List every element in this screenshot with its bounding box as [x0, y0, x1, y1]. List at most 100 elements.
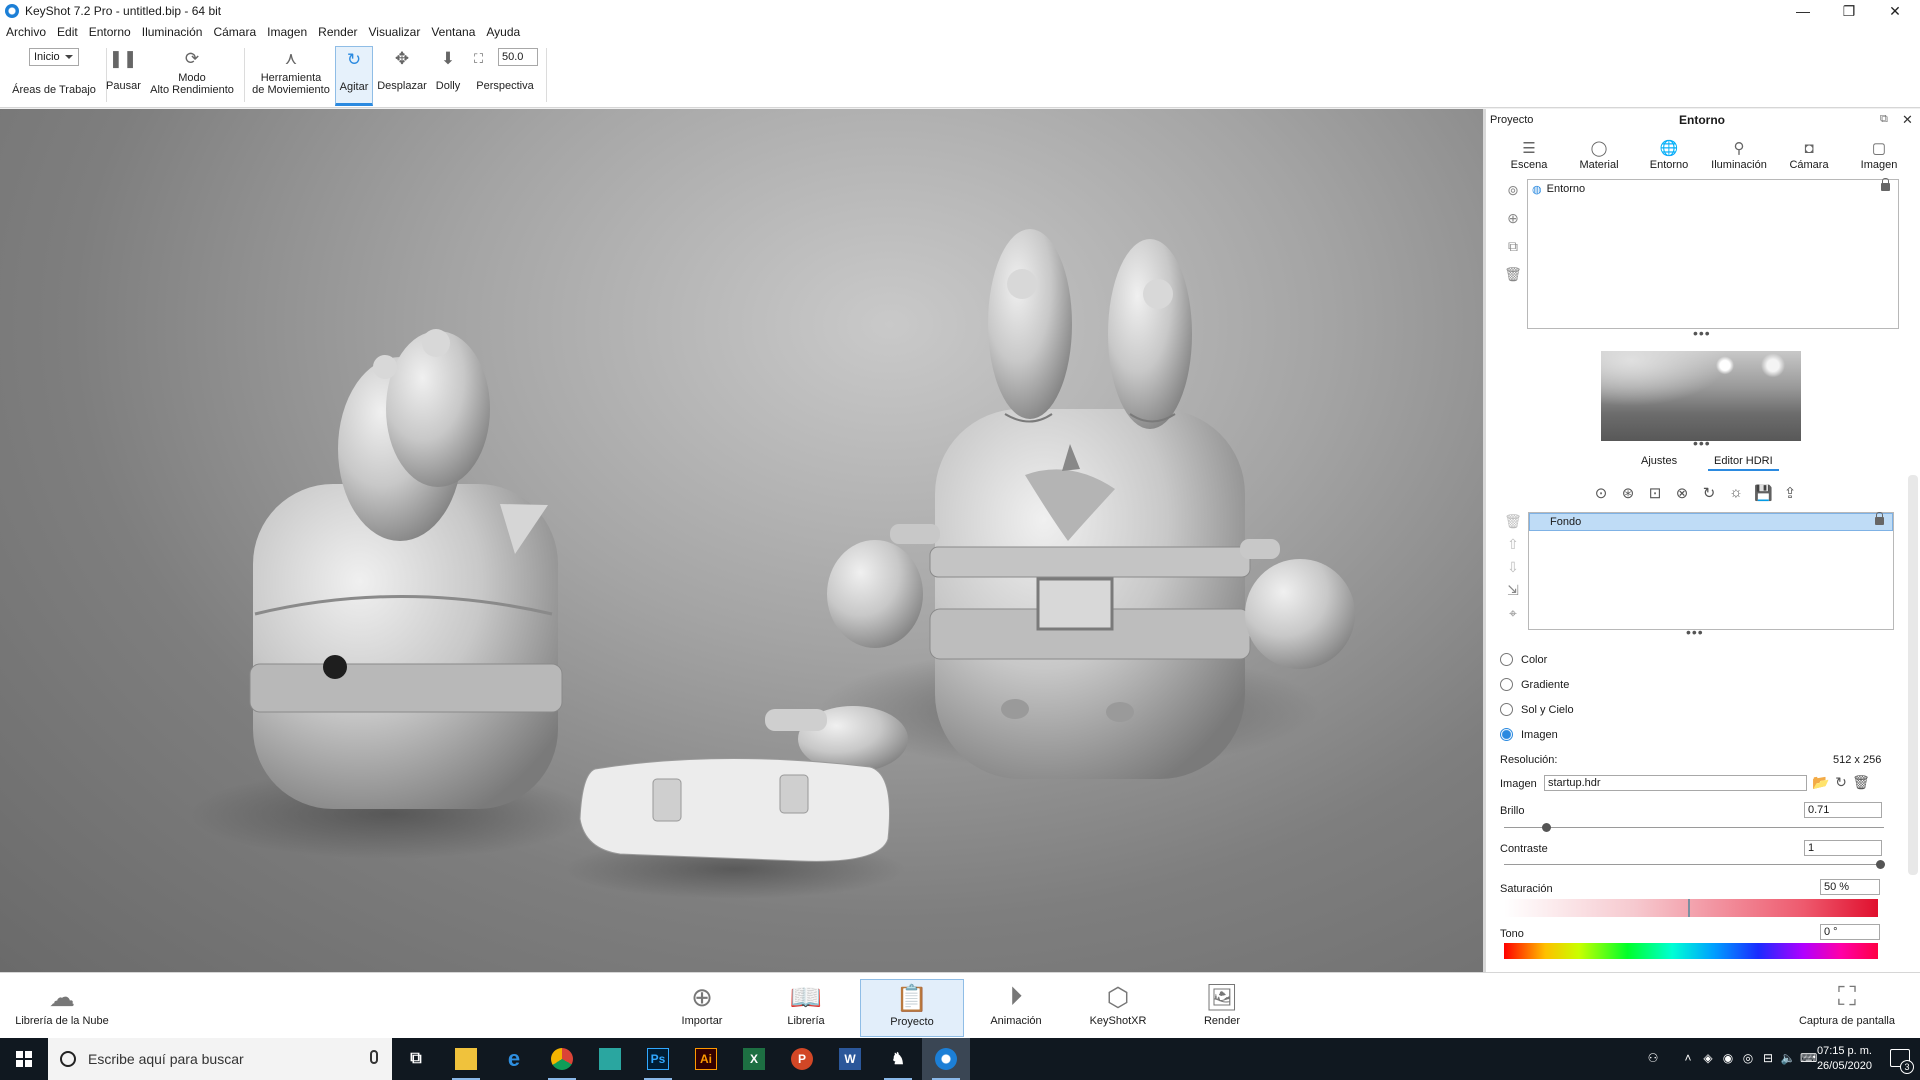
- minimize-button[interactable]: —: [1780, 0, 1826, 22]
- brightness-slider-thumb[interactable]: [1541, 823, 1551, 832]
- cloud-library-button[interactable]: ☁ Librería de la Nube: [8, 979, 116, 1037]
- tab-material[interactable]: ◯ Material: [1568, 133, 1630, 183]
- target-pin-icon[interactable]: ⌖: [1504, 605, 1522, 623]
- copy-environment-icon[interactable]: ⧉: [1504, 238, 1522, 256]
- duplicate-environment-icon[interactable]: ⊚: [1504, 182, 1522, 200]
- resize-handle[interactable]: •••: [1693, 435, 1711, 451]
- radio-gradiente[interactable]: [1500, 678, 1513, 691]
- field-of-view-input[interactable]: 50.0: [498, 48, 538, 66]
- background-option-sol-y-cielo[interactable]: Sol y Cielo: [1500, 703, 1574, 716]
- export-hdri-icon[interactable]: ⇪: [1781, 484, 1799, 502]
- pan-button[interactable]: ✥ Desplazar: [376, 46, 428, 106]
- delete-image-icon[interactable]: 🗑: [1852, 774, 1870, 792]
- taskbar-word[interactable]: W: [826, 1038, 874, 1080]
- network-icon[interactable]: ⊟: [1760, 1051, 1776, 1067]
- task-view-button[interactable]: ⧉: [392, 1038, 440, 1080]
- background-option-gradiente[interactable]: Gradiente: [1500, 678, 1569, 691]
- menu-imagen[interactable]: Imagen: [267, 25, 307, 39]
- project-button[interactable]: 📋 Proyecto: [860, 979, 964, 1037]
- tab-camara[interactable]: ◘ Cámara: [1778, 133, 1840, 183]
- taskbar-illustrator[interactable]: Ai: [682, 1038, 730, 1080]
- save-hdri-icon[interactable]: 💾: [1754, 484, 1773, 502]
- maximize-button[interactable]: ❐: [1826, 0, 1872, 22]
- image-file-field[interactable]: startup.hdr: [1544, 775, 1807, 791]
- taskbar-powerpoint[interactable]: P: [778, 1038, 826, 1080]
- contrast-slider-track[interactable]: [1504, 864, 1884, 865]
- open-folder-icon[interactable]: 📂: [1812, 774, 1830, 792]
- taskbar-app-maya[interactable]: [586, 1038, 634, 1080]
- tray-app-icon[interactable]: ◉: [1720, 1051, 1736, 1067]
- tab-entorno[interactable]: 🌐 Entorno: [1638, 133, 1700, 183]
- menu-iluminacion[interactable]: Iluminación: [142, 25, 203, 39]
- radio-sol-y-cielo[interactable]: [1500, 703, 1513, 716]
- radio-imagen[interactable]: [1500, 728, 1513, 741]
- lock-icon[interactable]: [1875, 512, 1884, 525]
- tab-editor-hdri[interactable]: Editor HDRI: [1708, 453, 1779, 471]
- hue-input[interactable]: 0 °: [1820, 924, 1880, 940]
- tray-app-icon[interactable]: ◎: [1740, 1051, 1756, 1067]
- delete-environment-icon[interactable]: 🗑: [1504, 266, 1522, 284]
- add-image-pin-icon[interactable]: ⊗: [1673, 484, 1691, 502]
- taskbar-file-explorer[interactable]: [442, 1038, 490, 1080]
- microphone-icon[interactable]: [370, 1050, 378, 1064]
- panel-scrollbar[interactable]: [1908, 475, 1918, 875]
- render-viewport[interactable]: [0, 109, 1483, 972]
- resize-handle[interactable]: •••: [1693, 325, 1711, 341]
- environment-list-item[interactable]: ◍ Entorno: [1528, 178, 1898, 198]
- render-button[interactable]: 🖼 Render: [1186, 979, 1258, 1037]
- tumble-button[interactable]: ↻ Agitar: [335, 46, 373, 106]
- menu-render[interactable]: Render: [318, 25, 357, 39]
- background-option-color[interactable]: Color: [1500, 653, 1547, 666]
- performance-mode-button[interactable]: ⟳ Modo Alto Rendimiento: [144, 46, 240, 106]
- dolly-button[interactable]: ⬇ Dolly: [432, 46, 464, 106]
- import-button[interactable]: ⊕ Importar: [664, 979, 740, 1037]
- taskbar-keyshot[interactable]: [922, 1038, 970, 1080]
- background-option-imagen[interactable]: Imagen: [1500, 728, 1558, 741]
- close-panel-icon[interactable]: ✕: [1902, 112, 1913, 128]
- menu-visualizar[interactable]: Visualizar: [369, 25, 421, 39]
- brightness-slider-track[interactable]: [1504, 827, 1884, 828]
- saturation-marker[interactable]: [1688, 899, 1690, 917]
- tab-iluminacion[interactable]: ⚲ Iluminación: [1708, 133, 1770, 183]
- pin-list-item-fondo[interactable]: Fondo: [1529, 512, 1893, 531]
- sun-sky-icon[interactable]: ☼: [1727, 484, 1745, 502]
- tab-ajustes[interactable]: Ajustes: [1635, 453, 1683, 469]
- radio-color[interactable]: [1500, 653, 1513, 666]
- taskbar-clock[interactable]: 07:15 p. m. 26/05/2020: [1817, 1044, 1872, 1074]
- menu-ayuda[interactable]: Ayuda: [486, 25, 520, 39]
- move-up-icon[interactable]: ⇧: [1504, 536, 1522, 554]
- menu-archivo[interactable]: Archivo: [6, 25, 46, 39]
- screenshot-button[interactable]: ⛶ Captura de pantalla: [1782, 979, 1912, 1037]
- move-down-icon[interactable]: ⇩: [1504, 559, 1522, 577]
- taskbar-photoshop[interactable]: Ps: [634, 1038, 682, 1080]
- show-hidden-icons[interactable]: ˄: [1680, 1051, 1696, 1067]
- taskbar-excel[interactable]: X: [730, 1038, 778, 1080]
- brightness-input[interactable]: 0.71: [1804, 802, 1882, 818]
- keyshotxr-button[interactable]: ⬡ KeyShotXR: [1082, 979, 1154, 1037]
- motion-tool-button[interactable]: ⋏ Herramienta de Moviemiento: [246, 46, 336, 106]
- tray-app-icon[interactable]: ◈: [1700, 1051, 1716, 1067]
- pause-button[interactable]: ❚❚ Pausar: [106, 46, 141, 106]
- add-environment-icon[interactable]: ⊕: [1504, 210, 1522, 228]
- taskbar-edge[interactable]: e: [490, 1038, 538, 1080]
- people-icon[interactable]: ⚇: [1645, 1051, 1661, 1067]
- reload-icon[interactable]: ↻: [1832, 774, 1850, 792]
- library-button[interactable]: 📖 Librería: [770, 979, 842, 1037]
- taskbar-chrome[interactable]: [538, 1038, 586, 1080]
- saturation-bar[interactable]: [1504, 899, 1878, 917]
- delete-pin-icon[interactable]: 🗑: [1504, 513, 1522, 531]
- rotate-icon[interactable]: ↻: [1700, 484, 1718, 502]
- lock-icon[interactable]: [1881, 178, 1890, 191]
- close-window-button[interactable]: ✕: [1872, 0, 1918, 22]
- taskbar-search-box[interactable]: Escribe aquí para buscar: [48, 1038, 392, 1080]
- menu-camara[interactable]: Cámara: [213, 25, 256, 39]
- tab-escena[interactable]: ☰ Escena: [1498, 133, 1560, 183]
- add-pin-icon[interactable]: ⊙: [1592, 484, 1610, 502]
- resize-handle[interactable]: •••: [1686, 624, 1704, 640]
- menu-ventana[interactable]: Ventana: [431, 25, 475, 39]
- language-icon[interactable]: ⌨: [1800, 1051, 1817, 1067]
- workspace-dropdown[interactable]: Inicio: [29, 48, 79, 66]
- contrast-slider-thumb[interactable]: [1876, 860, 1885, 869]
- hue-bar[interactable]: [1504, 943, 1878, 959]
- saturation-input[interactable]: 50 %: [1820, 879, 1880, 895]
